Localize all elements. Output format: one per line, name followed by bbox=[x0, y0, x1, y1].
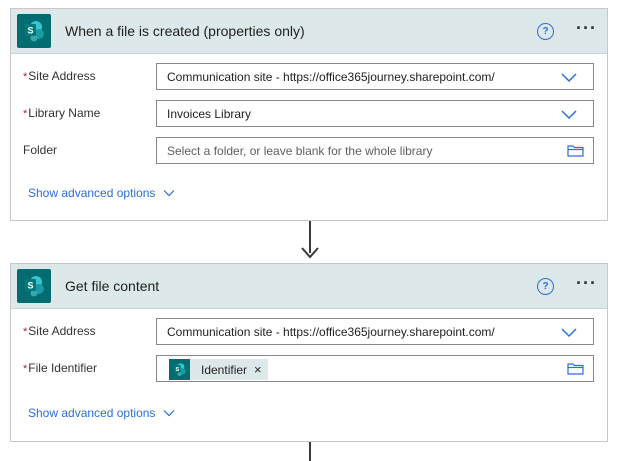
svg-text:S: S bbox=[175, 367, 179, 373]
library-name-dropdown[interactable]: Invoices Library bbox=[156, 100, 594, 127]
token-label: Identifier bbox=[201, 362, 248, 377]
token-remove-icon[interactable]: × bbox=[254, 362, 262, 377]
field-label: *Site Address bbox=[23, 324, 96, 338]
dynamic-content-token[interactable]: S Identifier × bbox=[169, 359, 268, 380]
site-address-dropdown[interactable]: Communication site - https://office365jo… bbox=[156, 318, 594, 345]
required-mark: * bbox=[23, 71, 28, 83]
show-advanced-options-label: Show advanced options bbox=[28, 186, 156, 200]
sharepoint-logo-icon: S bbox=[17, 269, 51, 303]
file-identifier-label: File Identifier bbox=[28, 361, 97, 375]
trigger-card-header[interactable]: S When a file is created (properties onl… bbox=[11, 9, 607, 54]
svg-text:S: S bbox=[27, 281, 33, 291]
sharepoint-logo-icon: S bbox=[17, 14, 51, 48]
required-mark: * bbox=[23, 108, 28, 120]
show-advanced-options-link[interactable]: Show advanced options bbox=[28, 406, 175, 420]
site-address-label: Site Address bbox=[28, 69, 96, 83]
site-address-dropdown[interactable]: Communication site - https://office365jo… bbox=[156, 63, 594, 90]
card-title: Get file content bbox=[65, 278, 160, 294]
library-name-value: Invoices Library bbox=[167, 107, 252, 121]
card-title: When a file is created (properties only) bbox=[65, 23, 305, 39]
site-address-value: Communication site - https://office365jo… bbox=[167, 70, 495, 84]
chevron-down-icon[interactable] bbox=[561, 70, 577, 84]
folder-placeholder: Select a folder, or leave blank for the … bbox=[167, 144, 433, 158]
more-options-icon[interactable]: ··· bbox=[576, 274, 597, 294]
help-icon[interactable]: ? bbox=[537, 22, 555, 40]
chevron-down-icon[interactable] bbox=[561, 325, 577, 339]
chevron-down-icon[interactable] bbox=[561, 107, 577, 121]
site-address-row: *Site Address Communication site - https… bbox=[11, 63, 607, 91]
site-address-label: Site Address bbox=[28, 324, 96, 338]
library-name-label: Library Name bbox=[28, 106, 101, 120]
action-card[interactable]: S Get file content ? ··· *Site Address C… bbox=[10, 263, 608, 442]
chevron-down-icon bbox=[164, 190, 175, 197]
library-name-row: *Library Name Invoices Library bbox=[11, 100, 607, 128]
field-label: *Library Name bbox=[23, 106, 100, 120]
arrow-down-icon bbox=[301, 247, 319, 259]
connector-line bbox=[309, 442, 311, 461]
chevron-down-icon bbox=[164, 410, 175, 417]
more-options-icon[interactable]: ··· bbox=[576, 19, 597, 39]
folder-label: Folder bbox=[23, 143, 58, 157]
field-label: *Site Address bbox=[23, 69, 96, 83]
flow-canvas: S When a file is created (properties onl… bbox=[0, 0, 634, 461]
show-advanced-options-link[interactable]: Show advanced options bbox=[28, 186, 175, 200]
file-identifier-row: *File Identifier S Identifier × bbox=[11, 355, 607, 383]
action-card-header[interactable]: S Get file content ? ··· bbox=[11, 264, 607, 309]
required-mark: * bbox=[23, 326, 28, 338]
site-address-row: *Site Address Communication site - https… bbox=[11, 318, 607, 346]
file-identifier-input[interactable]: S Identifier × bbox=[156, 355, 594, 382]
svg-text:S: S bbox=[27, 26, 33, 36]
folder-icon[interactable] bbox=[567, 144, 584, 157]
site-address-value: Communication site - https://office365jo… bbox=[167, 325, 495, 339]
sharepoint-logo-icon: S bbox=[169, 359, 190, 380]
folder-row: Folder Select a folder, or leave blank f… bbox=[11, 137, 607, 165]
folder-icon[interactable] bbox=[567, 362, 584, 375]
required-mark: * bbox=[23, 363, 28, 375]
help-icon[interactable]: ? bbox=[537, 277, 555, 295]
show-advanced-options-label: Show advanced options bbox=[28, 406, 156, 420]
folder-input[interactable]: Select a folder, or leave blank for the … bbox=[156, 137, 594, 164]
trigger-card[interactable]: S When a file is created (properties onl… bbox=[10, 8, 608, 221]
field-label: *File Identifier bbox=[23, 361, 97, 375]
